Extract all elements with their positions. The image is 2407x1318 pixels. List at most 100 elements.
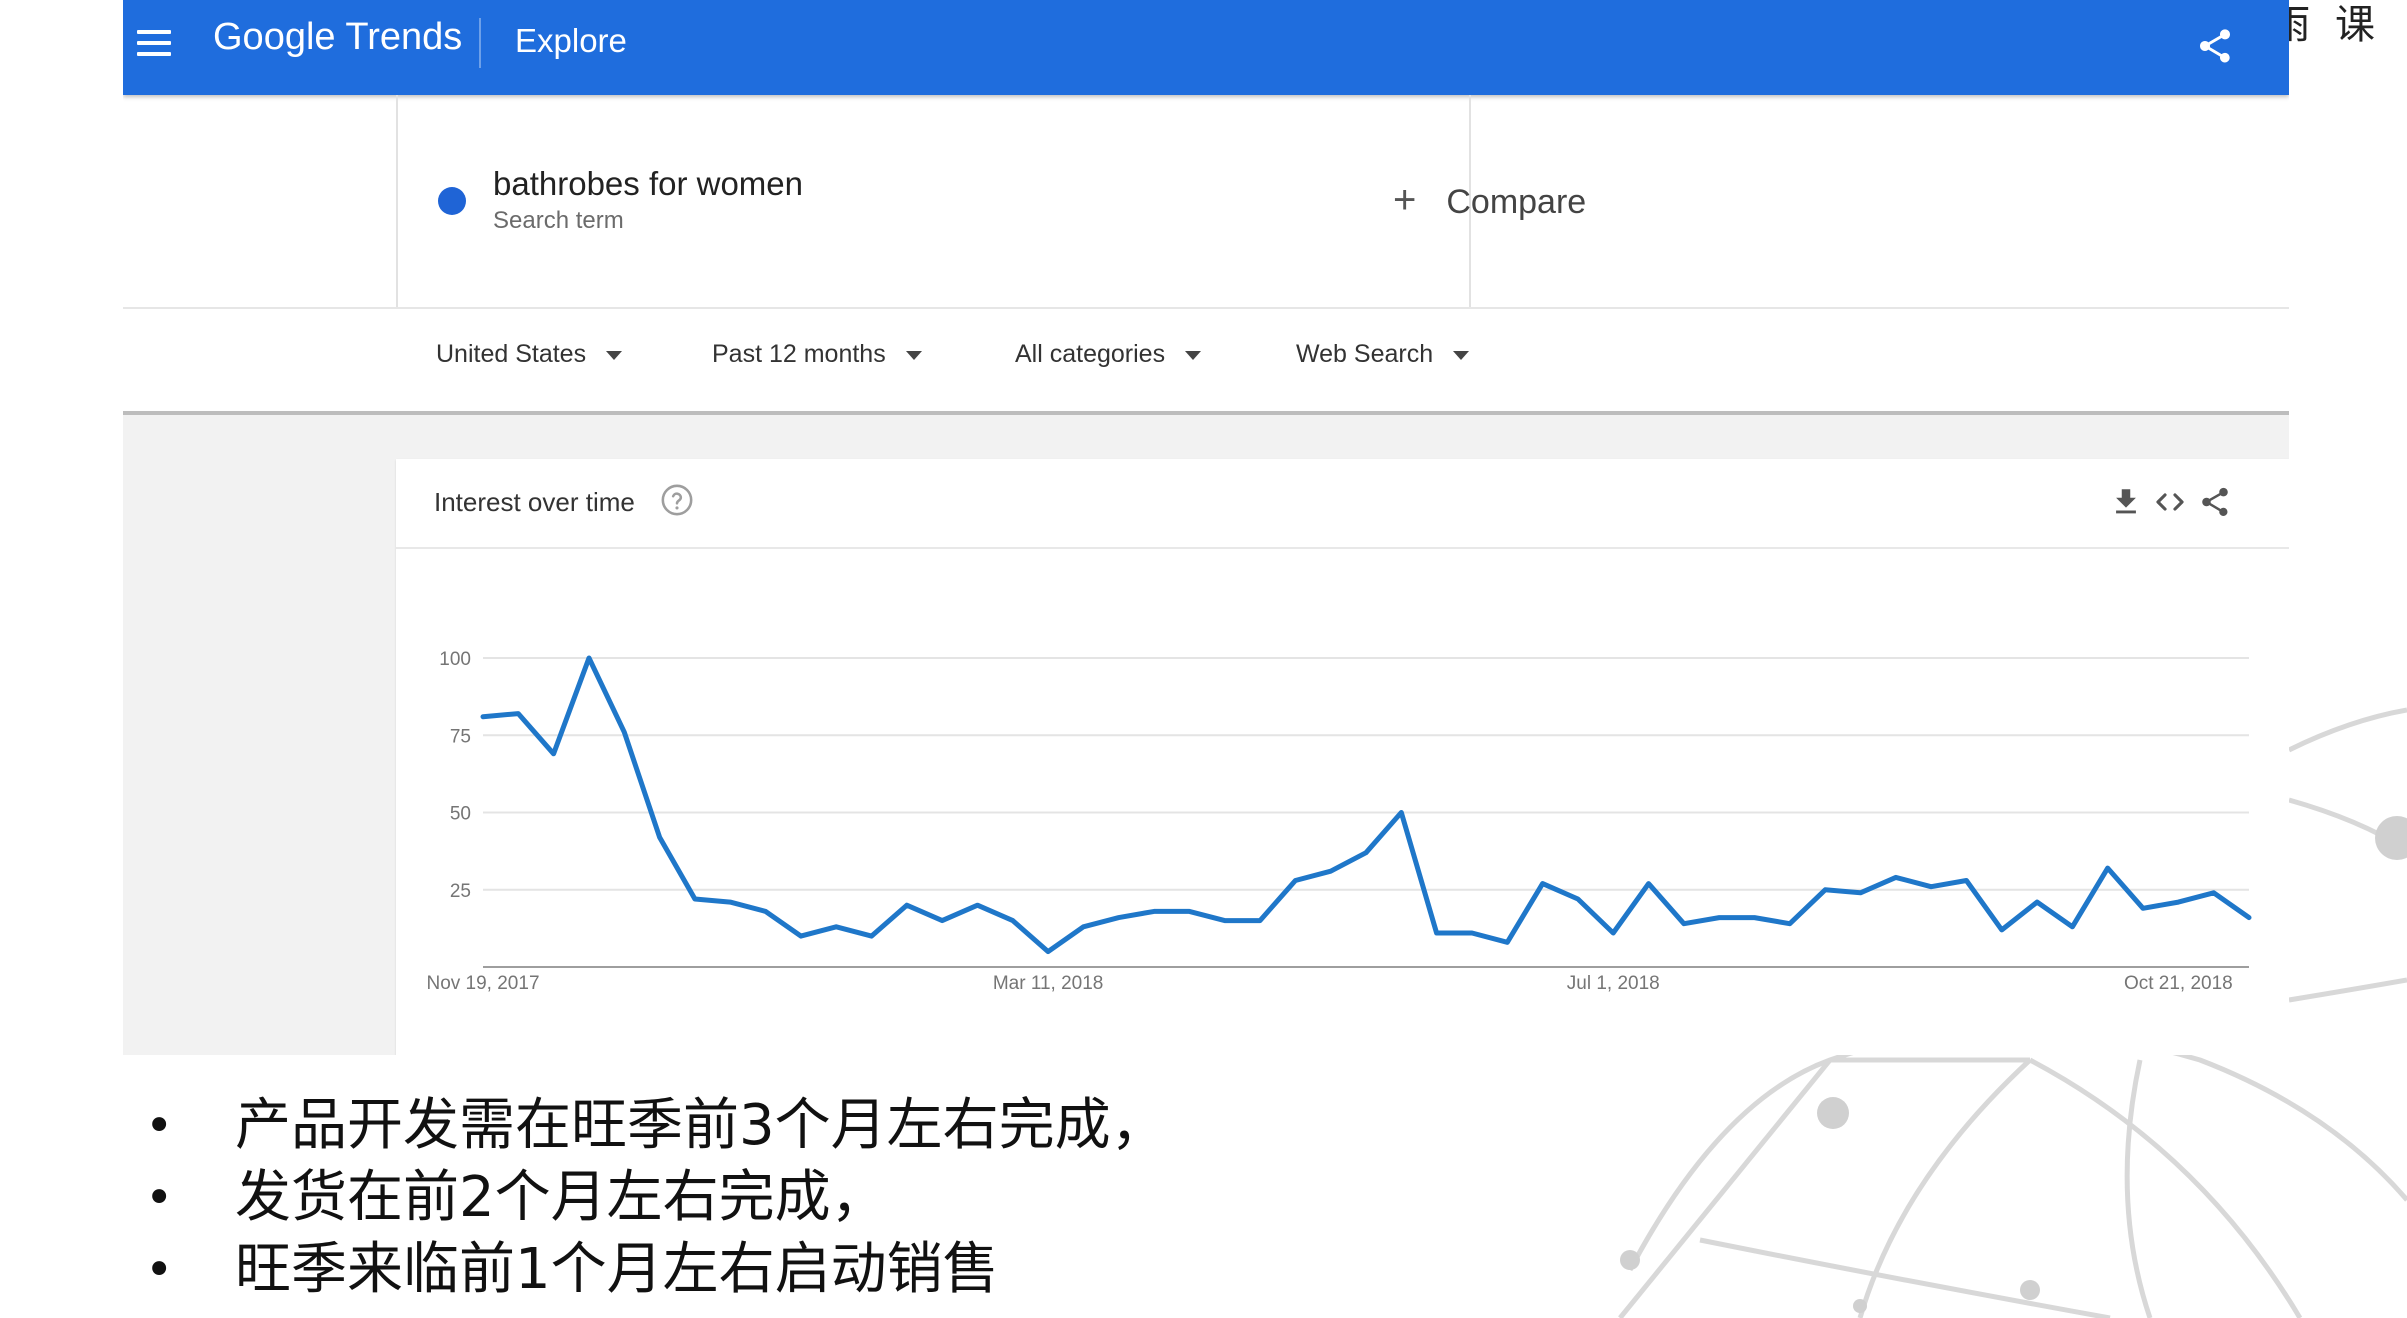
divider [123, 307, 2289, 309]
data-point [1716, 915, 1722, 921]
category-dropdown[interactable]: All categories [1015, 340, 1202, 369]
share-icon[interactable] [2195, 26, 2235, 66]
data-point [2034, 899, 2040, 905]
data-point [1292, 877, 1298, 883]
data-point [1857, 890, 1863, 896]
data-point [1963, 877, 1969, 883]
brand-divider [479, 18, 481, 68]
y-tick-label: 25 [450, 881, 471, 902]
compare-label: Compare [1446, 183, 1587, 221]
data-point [2175, 899, 2181, 905]
data-point [1045, 949, 1051, 955]
data-point [833, 924, 839, 930]
y-tick-label: 50 [450, 804, 471, 825]
data-point [1186, 908, 1192, 914]
x-tick-label: Nov 19, 2017 [426, 973, 539, 994]
data-point [1999, 927, 2005, 933]
plus-icon: + [1393, 178, 1417, 222]
data-point [1257, 918, 1263, 924]
note-item: 发货在前2个月左右完成， [145, 1162, 1167, 1234]
share-chart-icon[interactable] [2198, 485, 2232, 519]
data-point [1787, 921, 1793, 927]
x-tick-label: Jul 1, 2018 [1567, 973, 1660, 994]
y-tick-label: 100 [439, 649, 471, 670]
data-point [974, 902, 980, 908]
data-point [1646, 881, 1652, 887]
x-tick-label: Mar 11, 2018 [993, 973, 1104, 994]
region-label: United States [436, 340, 587, 368]
data-point [1328, 868, 1334, 874]
series-line [480, 655, 2252, 955]
caret-down-icon [1453, 350, 1470, 360]
data-point [1610, 930, 1616, 936]
note-item: 产品开发需在旺季前3个月左右完成， [145, 1090, 1167, 1162]
notes-list: 产品开发需在旺季前3个月左右完成， 发货在前2个月左右完成， 旺季来临前1个月左… [145, 1090, 1167, 1306]
data-point [1151, 908, 1157, 914]
data-point [1434, 930, 1440, 936]
data-point [2211, 890, 2217, 896]
data-point [2105, 865, 2111, 871]
data-point [1540, 881, 1546, 887]
property-dropdown[interactable]: Web Search [1296, 340, 1470, 369]
data-point [1681, 921, 1687, 927]
data-point [1116, 915, 1122, 921]
caret-down-icon [606, 350, 623, 360]
data-point [1928, 884, 1934, 890]
y-tick-label: 75 [450, 726, 471, 747]
help-icon[interactable] [660, 483, 694, 517]
data-point [1504, 939, 1510, 945]
data-point [2246, 915, 2252, 921]
data-point [2140, 905, 2146, 911]
caret-down-icon [1185, 350, 1202, 360]
data-point [1822, 887, 1828, 893]
top-app-bar: Google Trends Explore [123, 0, 2289, 95]
data-point [1752, 915, 1758, 921]
search-term-card[interactable]: bathrobes for women Search term [396, 95, 1471, 307]
data-point [1010, 918, 1016, 924]
data-point [939, 918, 945, 924]
brand-logo[interactable]: Google Trends [213, 16, 462, 59]
caret-down-icon [905, 350, 922, 360]
section-title: Explore [515, 22, 627, 59]
card-header: Interest over time [396, 459, 2289, 549]
search-term-type: Search term [493, 207, 624, 234]
content-area: Interest over time 100 75 50 25 Nov 19, 2017… [123, 411, 2289, 1055]
data-point [1080, 924, 1086, 930]
region-dropdown[interactable]: United States [436, 340, 623, 369]
term-color-dot [438, 187, 466, 215]
data-point [1398, 810, 1404, 816]
data-point [1363, 850, 1369, 856]
data-point [692, 896, 698, 902]
data-point [798, 933, 804, 939]
hamburger-menu-icon[interactable] [137, 30, 171, 62]
data-point [621, 729, 627, 735]
data-point [1893, 874, 1899, 880]
data-point [551, 751, 557, 757]
data-point [869, 933, 875, 939]
card-title: Interest over time [434, 487, 635, 517]
download-icon[interactable] [2109, 485, 2143, 519]
interest-line-chart[interactable]: 100 75 50 25 Nov 19, 2017 Mar 11, 2018 Jul 1, … [396, 549, 2289, 1055]
data-point [904, 902, 910, 908]
search-term-name[interactable]: bathrobes for women [493, 165, 803, 203]
data-point [1469, 930, 1475, 936]
period-dropdown[interactable]: Past 12 months [712, 340, 922, 369]
data-point [1575, 896, 1581, 902]
data-point [2069, 924, 2075, 930]
note-item: 旺季来临前1个月左右启动销售 [145, 1234, 1167, 1306]
data-point [586, 655, 592, 661]
data-point [727, 899, 733, 905]
trends-screenshot: Google Trends Explore bathrobes for wome… [123, 0, 2289, 1055]
data-point [515, 711, 521, 717]
data-point [657, 834, 663, 840]
embed-code-icon[interactable] [2153, 485, 2187, 519]
data-point [480, 714, 486, 720]
period-label: Past 12 months [712, 340, 886, 368]
x-tick-label: Oct 21, 2018 [2124, 973, 2233, 994]
property-label: Web Search [1296, 340, 1434, 368]
compare-button[interactable]: + Compare [1393, 178, 1586, 223]
data-point [1222, 918, 1228, 924]
interest-over-time-card: Interest over time 100 75 50 25 Nov 19, 2017… [396, 459, 2289, 1055]
data-point [763, 908, 769, 914]
category-label: All categories [1015, 340, 1166, 368]
